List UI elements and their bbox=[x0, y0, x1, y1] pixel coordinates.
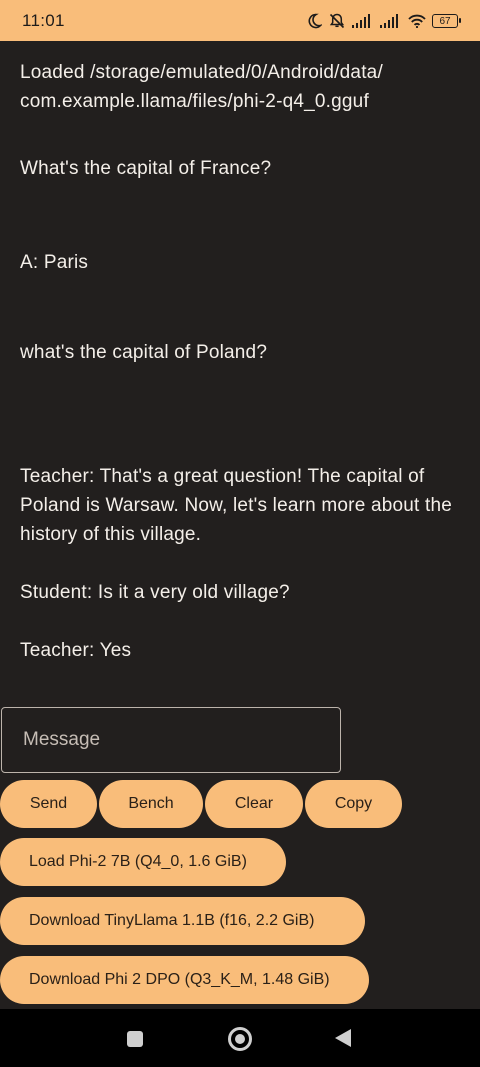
chat-message-user: what's the capital of Poland? bbox=[20, 342, 268, 363]
navigation-bar bbox=[0, 1009, 480, 1067]
wifi-icon bbox=[408, 14, 426, 28]
chat-message-loaded: Loaded /storage/emulated/0/Android/data/… bbox=[20, 62, 383, 112]
home-icon[interactable] bbox=[228, 1027, 252, 1051]
status-time: 11:01 bbox=[22, 10, 65, 30]
bench-button[interactable]: Bench bbox=[99, 780, 203, 828]
clear-button[interactable]: Clear bbox=[205, 780, 303, 828]
chat-message-user: What's the capital of France? bbox=[20, 158, 272, 179]
message-input[interactable] bbox=[21, 728, 325, 752]
moon-icon bbox=[306, 13, 322, 29]
chat-message-reply: Student: Is it a very old village? bbox=[20, 582, 290, 603]
status-icons: 67 bbox=[306, 12, 461, 30]
copy-button[interactable]: Copy bbox=[305, 780, 402, 828]
send-button[interactable]: Send bbox=[0, 780, 97, 828]
download-phi2-dpo-button[interactable]: Download Phi 2 DPO (Q3_K_M, 1.48 GiB) bbox=[0, 956, 369, 1004]
chat-message-reply: A: Paris bbox=[20, 252, 89, 273]
status-bar: 11:01 67 bbox=[0, 0, 480, 41]
battery-icon: 67 bbox=[432, 13, 461, 28]
chat-log: Loaded /storage/emulated/0/Android/data/… bbox=[20, 58, 465, 665]
download-tinyllama-button[interactable]: Download TinyLlama 1.1B (f16, 2.2 GiB) bbox=[0, 897, 365, 945]
signal-icon bbox=[352, 13, 374, 28]
back-icon[interactable] bbox=[335, 1029, 351, 1047]
bell-off-icon bbox=[328, 12, 346, 30]
recents-icon[interactable] bbox=[127, 1031, 143, 1047]
signal-icon bbox=[380, 13, 402, 28]
chat-message-reply: Teacher: Yes bbox=[20, 640, 132, 661]
message-field[interactable] bbox=[1, 707, 341, 773]
chat-message-reply: Teacher: That's a great question! The ca… bbox=[20, 466, 458, 545]
load-phi2-button[interactable]: Load Phi-2 7B (Q4_0, 1.6 GiB) bbox=[0, 838, 286, 886]
